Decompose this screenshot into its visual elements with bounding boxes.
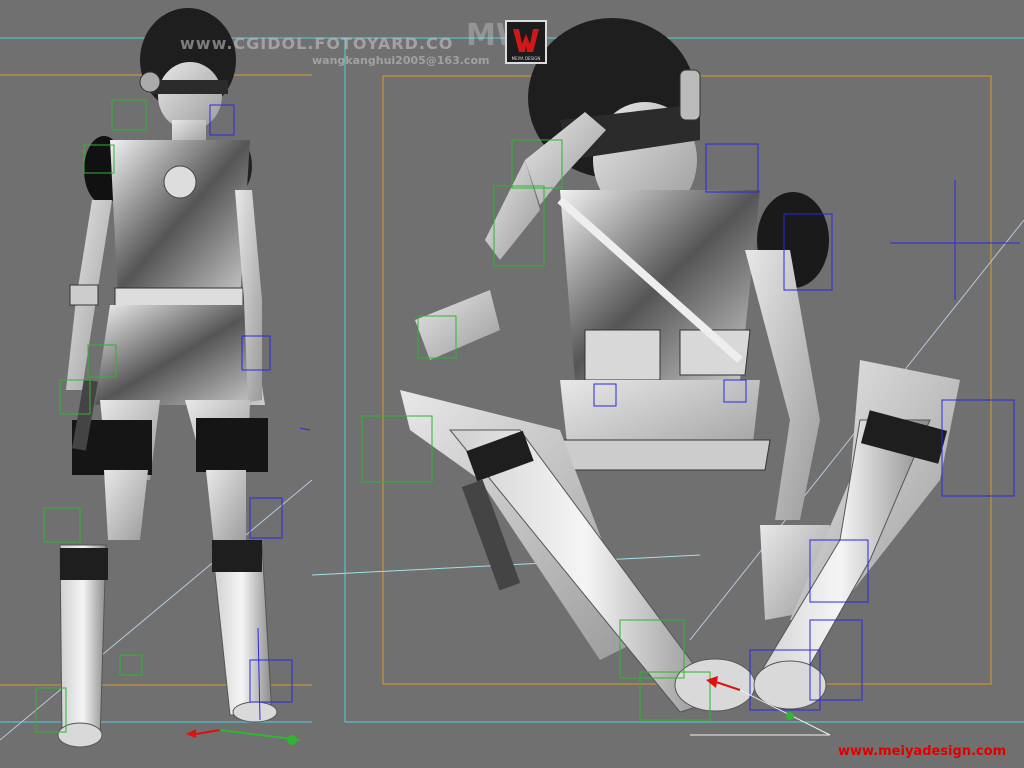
meiya-logo: MEIYA DESIGN (505, 20, 547, 64)
viewport-scene[interactable] (0, 0, 1024, 768)
logo-caption: MEIYA DESIGN (511, 56, 541, 61)
seated-character[interactable] (400, 18, 960, 713)
axis-gizmo-left[interactable] (186, 729, 301, 745)
site-watermark-top: www.CGIDOL.FOTOYARD.CO (180, 34, 454, 53)
3d-viewport[interactable]: www.CGIDOL.FOTOYARD.CO wangkanghui2005@1… (0, 0, 1024, 768)
site-watermark-bottom: www.meiyadesign.com (838, 744, 1007, 759)
w-logo-icon (513, 29, 539, 52)
email-watermark: wangkanghui2005@163.com (312, 54, 490, 67)
